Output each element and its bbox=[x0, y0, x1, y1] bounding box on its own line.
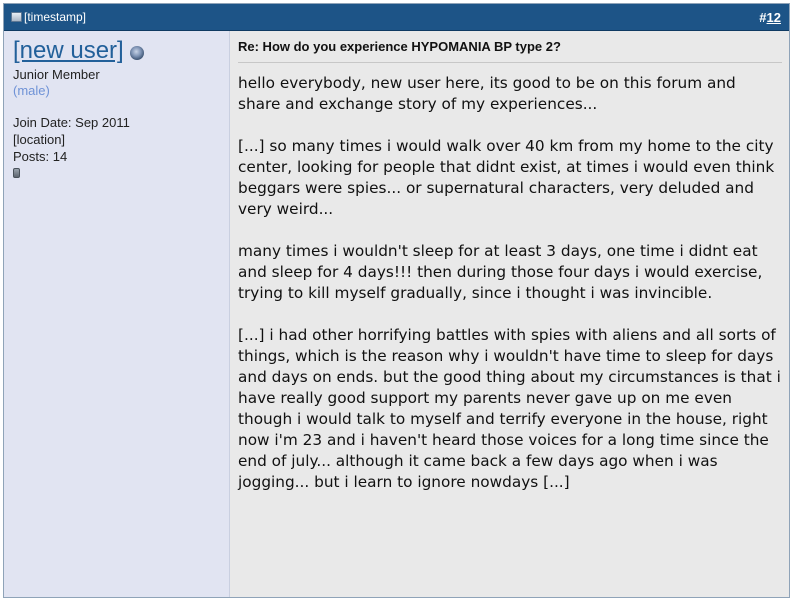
post-text: hello everybody, new user here, its good… bbox=[238, 73, 782, 493]
post-number-link[interactable]: 12 bbox=[767, 10, 781, 25]
post-body: [new user] Junior Member (male) Join Dat… bbox=[4, 31, 789, 597]
post-count: Posts: 14 bbox=[13, 149, 68, 164]
post-number: #12 bbox=[759, 10, 781, 25]
forum-post: [timestamp] #12 [new user] Junior Member… bbox=[3, 3, 790, 598]
reputation-icon bbox=[13, 168, 20, 178]
post-paragraph: hello everybody, new user here, its good… bbox=[238, 74, 736, 113]
post-timestamp: [timestamp] bbox=[24, 10, 87, 24]
user-location: [location] bbox=[13, 132, 66, 147]
user-details: Join Date: Sep 2011 [location] Posts: 14 bbox=[13, 114, 229, 182]
post-message: Re: How do you experience HYPOMANIA BP t… bbox=[230, 31, 789, 597]
post-header: [timestamp] #12 bbox=[4, 4, 789, 31]
post-number-prefix: # bbox=[759, 9, 767, 25]
post-timestamp-group: [timestamp] bbox=[11, 10, 86, 24]
post-icon bbox=[11, 12, 22, 22]
post-paragraph: many times i wouldn't sleep for at least… bbox=[238, 242, 763, 302]
username-row: [new user] bbox=[13, 37, 229, 65]
join-date: Join Date: Sep 2011 bbox=[13, 115, 130, 130]
post-paragraph: [...] so many times i would walk over 40… bbox=[238, 137, 775, 218]
post-paragraph: [...] i had other horrifying battles wit… bbox=[238, 326, 781, 491]
post-title: Re: How do you experience HYPOMANIA BP t… bbox=[238, 39, 782, 63]
username-link[interactable]: [new user] bbox=[13, 37, 124, 65]
user-info-panel: [new user] Junior Member (male) Join Dat… bbox=[4, 31, 230, 597]
user-gender: (male) bbox=[13, 83, 50, 98]
offline-status-icon bbox=[129, 46, 144, 60]
user-title: Junior Member bbox=[13, 67, 100, 82]
